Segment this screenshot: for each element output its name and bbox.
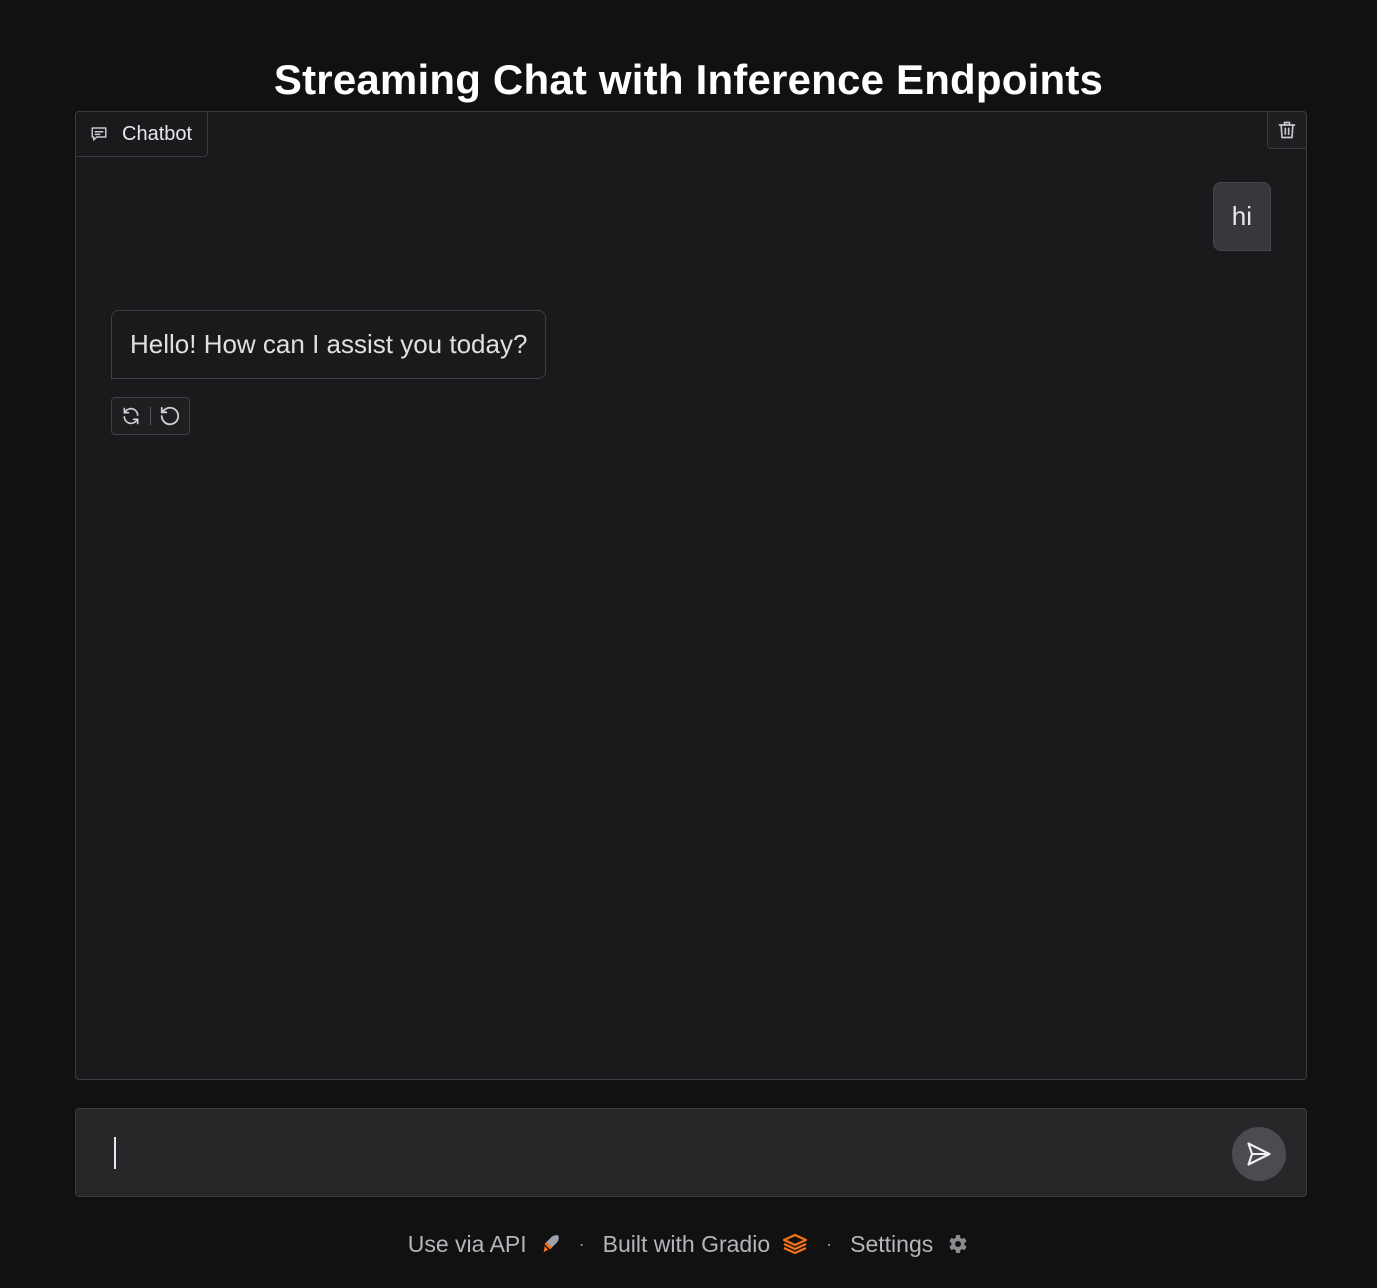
footer: Use via API · Built with Gradio · Settin…: [0, 1226, 1377, 1262]
assistant-message: Hello! How can I assist you today?: [111, 310, 547, 379]
user-message: hi: [1212, 182, 1271, 251]
footer-separator-2: ·: [826, 1233, 833, 1254]
chat-bubble-icon: [90, 125, 108, 143]
retry-button[interactable]: [112, 398, 150, 434]
send-icon: [1245, 1140, 1273, 1168]
message-actions: [111, 397, 190, 435]
built-with-gradio-link[interactable]: Built with Gradio: [603, 1231, 808, 1258]
use-via-api-link[interactable]: Use via API: [408, 1231, 561, 1258]
chatbot-label-text: Chatbot: [122, 122, 193, 145]
rocket-icon: [539, 1233, 561, 1255]
settings-label: Settings: [850, 1230, 934, 1257]
retry-icon: [121, 406, 141, 426]
gear-icon: [945, 1232, 969, 1256]
text-cursor: [114, 1137, 116, 1169]
footer-separator-1: ·: [578, 1233, 585, 1254]
gradio-logo-icon: [782, 1233, 808, 1255]
undo-button[interactable]: [151, 398, 189, 434]
undo-icon: [159, 405, 181, 427]
clear-chat-button[interactable]: [1267, 111, 1307, 149]
built-with-gradio-label: Built with Gradio: [602, 1230, 771, 1257]
page-title: Streaming Chat with Inference Endpoints: [273, 56, 1104, 104]
send-button[interactable]: [1232, 1127, 1286, 1181]
chatbot-panel: Chatbot hi Hello! How can I assist you t…: [75, 111, 1307, 1080]
use-via-api-label: Use via API: [407, 1230, 527, 1257]
message-input[interactable]: [106, 1133, 1206, 1173]
message-input-box: [75, 1108, 1307, 1197]
trash-icon: [1277, 119, 1297, 141]
settings-link[interactable]: Settings: [850, 1231, 969, 1258]
chatbot-label: Chatbot: [75, 111, 208, 157]
